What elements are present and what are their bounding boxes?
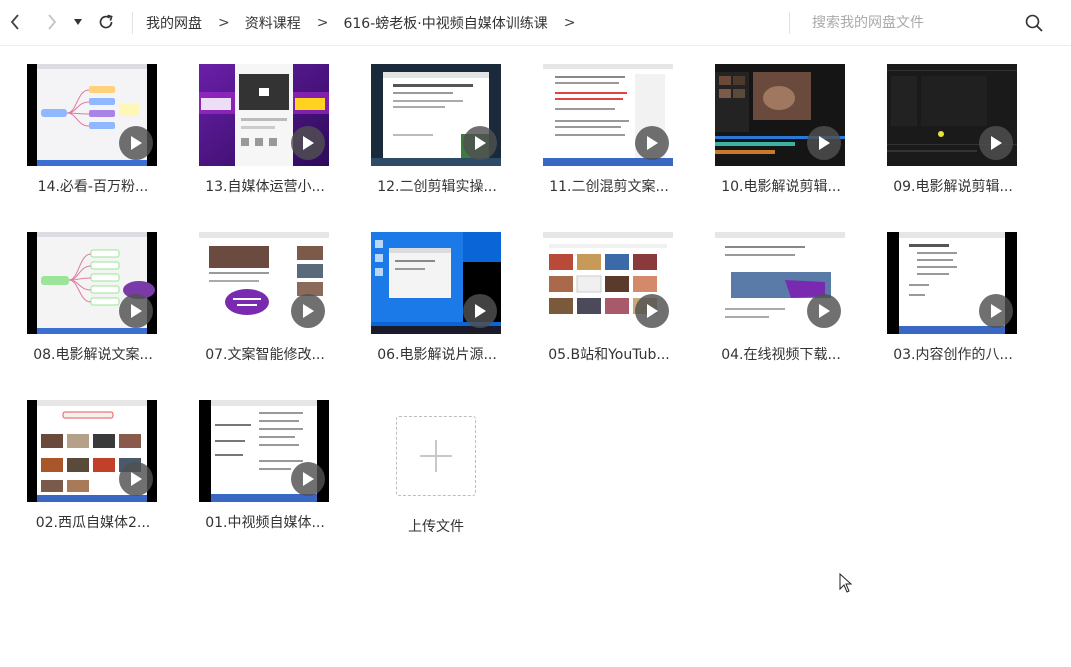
- play-icon: [119, 462, 153, 496]
- upload-button[interactable]: [396, 416, 476, 496]
- search-icon[interactable]: [1024, 13, 1044, 33]
- file-name: 05.B站和YouTub...: [548, 347, 670, 363]
- video-thumbnail: [887, 232, 1017, 334]
- video-thumbnail: [199, 232, 329, 334]
- video-thumbnail: [715, 64, 845, 166]
- video-thumbnail: [199, 400, 329, 502]
- play-icon: [119, 126, 153, 160]
- play-icon: [807, 294, 841, 328]
- file-name: 11.二创混剪文案...: [549, 179, 669, 195]
- back-button[interactable]: [4, 11, 26, 33]
- file-name: 13.自媒体运营小...: [205, 179, 325, 195]
- video-file-tile[interactable]: 05.B站和YouTub...: [534, 232, 684, 382]
- caret-down-icon: [74, 19, 82, 25]
- play-icon: [463, 126, 497, 160]
- video-thumbnail: [371, 64, 501, 166]
- file-name: 14.必看-百万粉...: [37, 179, 149, 195]
- video-thumbnail: [27, 64, 157, 166]
- breadcrumb-separator: >: [218, 15, 230, 31]
- upload-file-tile[interactable]: 上传文件: [378, 400, 494, 550]
- toolbar: 我的网盘 > 资料课程 > 616-螃老板·中视频自媒体训练课 >: [0, 0, 1071, 46]
- file-name: 01.中视频自媒体...: [205, 515, 325, 531]
- play-icon: [979, 294, 1013, 328]
- breadcrumb-item-current[interactable]: 616-螃老板·中视频自媒体训练课: [343, 13, 547, 33]
- video-thumbnail: [543, 64, 673, 166]
- file-name: 06.电影解说片源...: [377, 347, 497, 363]
- forward-button[interactable]: [41, 11, 63, 33]
- search-bar: [812, 0, 1071, 46]
- play-icon: [635, 126, 669, 160]
- file-name: 03.内容创作的八...: [893, 347, 1013, 363]
- play-icon: [291, 126, 325, 160]
- video-thumbnail: [27, 400, 157, 502]
- play-icon: [635, 294, 669, 328]
- video-file-tile[interactable]: 02.西瓜自媒体2...: [18, 400, 168, 550]
- video-thumbnail: [199, 64, 329, 166]
- file-name: 10.电影解说剪辑...: [721, 179, 841, 195]
- plus-icon: [420, 440, 452, 472]
- video-file-tile[interactable]: 10.电影解说剪辑...: [706, 64, 856, 214]
- mouse-cursor-icon: [839, 573, 853, 593]
- breadcrumb-separator: >: [563, 15, 576, 31]
- play-icon: [979, 126, 1013, 160]
- video-file-tile[interactable]: 07.文案智能修改...: [190, 232, 340, 382]
- video-file-tile[interactable]: 14.必看-百万粉...: [18, 64, 168, 214]
- file-name: 09.电影解说剪辑...: [893, 179, 1013, 195]
- video-thumbnail: [371, 232, 501, 334]
- file-name: 02.西瓜自媒体2...: [35, 515, 151, 531]
- video-file-tile[interactable]: 11.二创混剪文案...: [534, 64, 684, 214]
- play-icon: [119, 294, 153, 328]
- chevron-left-icon: [10, 14, 19, 30]
- video-file-tile[interactable]: 09.电影解说剪辑...: [878, 64, 1028, 214]
- file-name: 08.电影解说文案...: [33, 347, 153, 363]
- video-file-tile[interactable]: 08.电影解说文案...: [18, 232, 168, 382]
- file-name: 12.二创剪辑实操...: [377, 179, 497, 195]
- video-file-tile[interactable]: 04.在线视频下载...: [706, 232, 856, 382]
- play-icon: [291, 462, 325, 496]
- video-file-tile[interactable]: 13.自媒体运营小...: [190, 64, 340, 214]
- video-thumbnail: [887, 64, 1017, 166]
- search-divider: [789, 12, 790, 34]
- play-icon: [291, 294, 325, 328]
- video-thumbnail: [715, 232, 845, 334]
- play-icon: [463, 294, 497, 328]
- video-file-tile[interactable]: 06.电影解说片源...: [362, 232, 512, 382]
- video-file-tile[interactable]: 03.内容创作的八...: [878, 232, 1028, 382]
- breadcrumb-separator: >: [316, 15, 329, 31]
- video-thumbnail: [27, 232, 157, 334]
- play-icon: [807, 126, 841, 160]
- file-name: 04.在线视频下载...: [721, 347, 841, 363]
- file-name: 07.文案智能修改...: [205, 347, 325, 363]
- video-file-tile[interactable]: 12.二创剪辑实操...: [362, 64, 512, 214]
- breadcrumb-item-courses[interactable]: 资料课程: [245, 13, 301, 33]
- upload-label: 上传文件: [408, 519, 464, 535]
- refresh-button[interactable]: [95, 11, 117, 33]
- video-thumbnail: [543, 232, 673, 334]
- chevron-right-icon: [48, 14, 57, 30]
- toolbar-divider: [132, 12, 133, 34]
- breadcrumb-item-root[interactable]: 我的网盘: [146, 13, 202, 33]
- search-input[interactable]: [812, 15, 1012, 31]
- refresh-icon: [99, 14, 113, 29]
- breadcrumb: 我的网盘 > 资料课程 > 616-螃老板·中视频自媒体训练课 >: [146, 0, 590, 46]
- video-file-tile[interactable]: 01.中视频自媒体...: [190, 400, 340, 550]
- history-dropdown-button[interactable]: [70, 11, 86, 33]
